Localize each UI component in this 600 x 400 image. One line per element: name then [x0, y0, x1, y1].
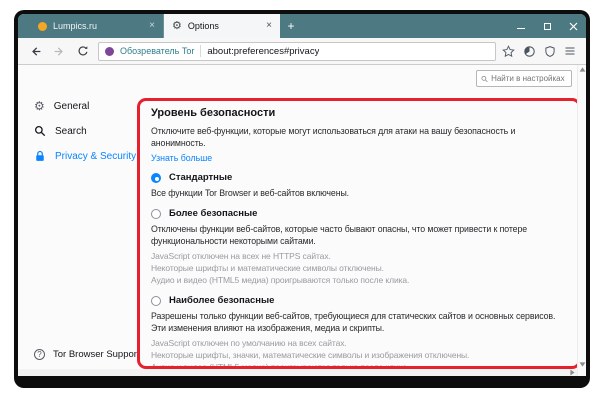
- section-title: Уровень безопасности: [151, 107, 567, 119]
- sidebar-item-privacy-security[interactable]: Privacy & Security: [34, 149, 136, 163]
- sidebar-item-general[interactable]: ⚙ General: [34, 99, 136, 113]
- option-note: Некоторые шрифты и математические символ…: [151, 262, 567, 274]
- option-description: Отключены функции веб-сайтов, которые ча…: [151, 223, 567, 247]
- tab-lumpics[interactable]: Lumpics.ru ×: [30, 14, 164, 38]
- gear-icon: ⚙: [172, 21, 182, 32]
- radio-unselected-icon[interactable]: [151, 296, 161, 306]
- minimize-button[interactable]: [508, 14, 534, 38]
- close-window-button[interactable]: [560, 14, 586, 38]
- back-button[interactable]: [26, 42, 44, 60]
- url-text[interactable]: about:preferences#privacy: [207, 46, 319, 57]
- question-icon: ?: [34, 349, 45, 360]
- torbutton-onion-icon[interactable]: [523, 45, 536, 58]
- sidebar-item-label: General: [54, 101, 90, 112]
- support-label: Tor Browser Support: [53, 349, 140, 360]
- forward-icon: [53, 45, 66, 58]
- tor-browser-support-link[interactable]: ? Tor Browser Support: [34, 349, 140, 360]
- navigation-toolbar: Обозреватель Tor about:preferences#priva…: [18, 38, 586, 65]
- section-intro: Отключите веб-функции, которые могут исп…: [151, 125, 567, 149]
- scroll-right-icon[interactable]: [570, 369, 575, 376]
- forward-button[interactable]: [50, 42, 68, 60]
- horizontal-scrollbar[interactable]: [18, 369, 577, 376]
- bookmark-star-icon[interactable]: [502, 45, 515, 58]
- radio-option-safer[interactable]: Более безопасные: [151, 208, 567, 219]
- urlbar-divider: [200, 45, 201, 57]
- option-label: Наиболее безопасные: [169, 295, 274, 306]
- tab-options[interactable]: ⚙ Options ×: [164, 14, 280, 38]
- scroll-down-icon[interactable]: [579, 362, 586, 367]
- tab-bar: Lumpics.ru × ⚙ Options × +: [18, 14, 586, 38]
- preferences-page: ⚙ General Search Privacy & Security ? To…: [18, 65, 586, 376]
- security-level-highlight-box: Уровень безопасности Отключите веб-функц…: [137, 98, 581, 369]
- option-note: JavaScript отключен на всех не HTTPS сай…: [151, 250, 567, 262]
- lock-icon: [34, 150, 46, 162]
- settings-sidebar: ⚙ General Search Privacy & Security: [34, 99, 136, 163]
- new-tab-button[interactable]: +: [280, 14, 302, 38]
- tor-onion-icon: [105, 47, 114, 56]
- search-icon: [481, 75, 488, 83]
- settings-search[interactable]: [476, 70, 572, 87]
- tab-title: Lumpics.ru: [53, 21, 97, 31]
- reload-icon: [77, 45, 89, 57]
- option-note: Некоторые шрифты, значки, математические…: [151, 349, 567, 361]
- option-note: Аудио и видео (HTML5 медиа) проигрываютс…: [151, 274, 567, 286]
- screenshot: Lumpics.ru × ⚙ Options × +: [0, 0, 600, 400]
- lumpics-favicon-icon: [38, 22, 47, 31]
- option-description: Все функции Tor Browser и веб-сайтов вкл…: [151, 187, 567, 199]
- window-controls: [508, 14, 586, 38]
- identity-label[interactable]: Обозреватель Tor: [120, 46, 194, 56]
- back-icon: [29, 45, 42, 58]
- gear-icon: ⚙: [34, 100, 45, 112]
- scroll-up-icon[interactable]: [579, 67, 586, 72]
- option-note: JavaScript отключен по умолчанию на всех…: [151, 337, 567, 349]
- option-label: Более безопасные: [169, 208, 257, 219]
- option-notes: JavaScript отключен на всех не HTTPS сай…: [151, 250, 567, 286]
- toolbar-icons: [502, 45, 578, 58]
- search-icon: [34, 125, 46, 137]
- reload-button[interactable]: [74, 42, 92, 60]
- maximize-icon: [544, 23, 551, 30]
- tab-close-icon[interactable]: ×: [149, 21, 155, 31]
- maximize-button[interactable]: [534, 14, 560, 38]
- noscript-shield-icon[interactable]: [544, 45, 556, 58]
- radio-option-standard[interactable]: Стандартные: [151, 172, 567, 183]
- sidebar-item-label: Search: [55, 126, 87, 137]
- radio-selected-icon[interactable]: [151, 173, 161, 183]
- minimize-icon: [517, 28, 525, 29]
- option-note: Аудио и видео (HTML5 медиа) проигрываютс…: [151, 361, 567, 369]
- option-label: Стандартные: [169, 172, 232, 183]
- tab-title: Options: [188, 21, 219, 31]
- option-description: Разрешены только функции веб-сайтов, тре…: [151, 310, 567, 334]
- tab-close-icon[interactable]: ×: [266, 21, 272, 31]
- radio-option-safest[interactable]: Наиболее безопасные: [151, 295, 567, 306]
- sidebar-item-label: Privacy & Security: [55, 151, 136, 162]
- menu-hamburger-icon[interactable]: [564, 45, 576, 57]
- option-notes: JavaScript отключен по умолчанию на всех…: [151, 337, 567, 369]
- close-icon: [569, 22, 578, 31]
- settings-search-input[interactable]: [491, 74, 567, 83]
- tabbar-spacer: [302, 14, 508, 38]
- learn-more-link[interactable]: Узнать больше: [151, 153, 212, 163]
- vertical-scrollbar[interactable]: [577, 65, 586, 376]
- sidebar-item-search[interactable]: Search: [34, 124, 136, 138]
- browser-window: Lumpics.ru × ⚙ Options × +: [14, 10, 590, 388]
- radio-unselected-icon[interactable]: [151, 209, 161, 219]
- url-bar[interactable]: Обозреватель Tor about:preferences#priva…: [98, 42, 496, 61]
